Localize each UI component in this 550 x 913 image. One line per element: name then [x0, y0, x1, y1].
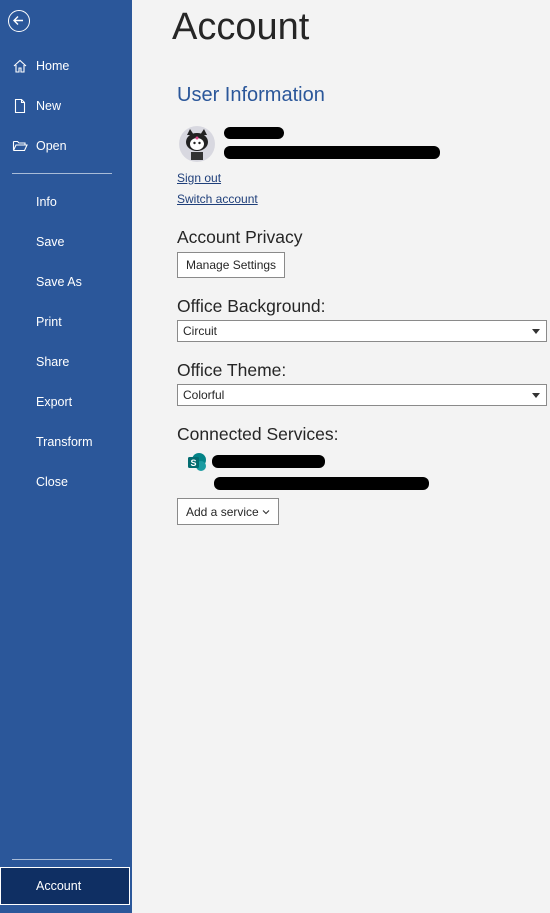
sidebar-item-save[interactable]: Save: [0, 227, 132, 257]
sidebar-item-print[interactable]: Print: [0, 307, 132, 337]
account-page: Account User Information Sign out Switch…: [132, 0, 550, 913]
page-title: Account: [172, 6, 310, 48]
switch-account-link[interactable]: Switch account: [177, 192, 258, 206]
open-folder-icon: [12, 138, 28, 154]
add-a-service-label: Add a service: [186, 504, 259, 519]
user-information-heading: User Information: [177, 84, 325, 106]
manage-settings-button[interactable]: Manage Settings: [177, 252, 286, 278]
redacted-user-name: [224, 127, 284, 139]
office-background-value: Circuit: [183, 324, 218, 338]
sidebar-item-export[interactable]: Export: [0, 387, 132, 417]
account-privacy-heading: Account Privacy: [177, 227, 303, 247]
sidebar-item-close[interactable]: Close: [0, 467, 132, 497]
sidebar-item-label: Export: [36, 395, 73, 409]
sidebar-item-label: Open: [36, 139, 67, 153]
sidebar-item-label: Save As: [36, 275, 82, 289]
office-background-heading: Office Background:: [177, 296, 326, 316]
sidebar-divider: [12, 859, 112, 860]
office-theme-heading: Office Theme:: [177, 360, 287, 380]
sidebar-divider: [12, 173, 112, 174]
add-a-service-button[interactable]: Add a service: [177, 498, 279, 525]
sidebar-item-info[interactable]: Info: [0, 187, 132, 217]
redacted-service-account: [214, 477, 429, 490]
sidebar-item-label: New: [36, 99, 62, 113]
sidebar-item-label: Share: [36, 355, 70, 369]
chevron-down-icon: [262, 509, 270, 514]
sidebar-item-account[interactable]: Account: [0, 867, 130, 905]
sidebar-item-new[interactable]: New: [0, 91, 132, 121]
sidebar-item-label: Save: [36, 235, 65, 249]
sidebar-item-label: Info: [36, 195, 57, 209]
dropdown-arrow-icon: [532, 393, 540, 398]
sidebar-item-share[interactable]: Share: [0, 347, 132, 377]
back-arrow-icon[interactable]: [8, 10, 30, 32]
sign-out-link[interactable]: Sign out: [177, 171, 221, 185]
svg-text:S: S: [190, 458, 196, 468]
connected-services-heading: Connected Services:: [177, 424, 339, 444]
sidebar-item-open[interactable]: Open: [0, 131, 132, 161]
sidebar-item-save-as[interactable]: Save As: [0, 267, 132, 297]
sidebar-item-label: Transform: [36, 435, 93, 449]
sidebar-item-home[interactable]: Home: [0, 51, 132, 81]
office-theme-value: Colorful: [183, 388, 225, 402]
redacted-user-email: [224, 146, 440, 159]
dropdown-arrow-icon: [532, 329, 540, 334]
avatar: [179, 126, 215, 162]
sidebar-item-label: Close: [36, 475, 68, 489]
sidebar-item-label: Print: [36, 315, 62, 329]
office-background-select[interactable]: Circuit: [177, 320, 547, 342]
redacted-service-name: [212, 455, 325, 468]
sidebar-item-label: Account: [36, 879, 82, 893]
sidebar-item-transform[interactable]: Transform: [0, 427, 132, 457]
new-document-icon: [12, 98, 28, 114]
sharepoint-icon: S: [187, 452, 207, 472]
sidebar-item-label: Home: [36, 59, 70, 73]
home-icon: [12, 58, 28, 74]
backstage-sidebar: Home New Open Info Save Save As Print Sh…: [0, 0, 132, 913]
office-theme-select[interactable]: Colorful: [177, 384, 547, 406]
